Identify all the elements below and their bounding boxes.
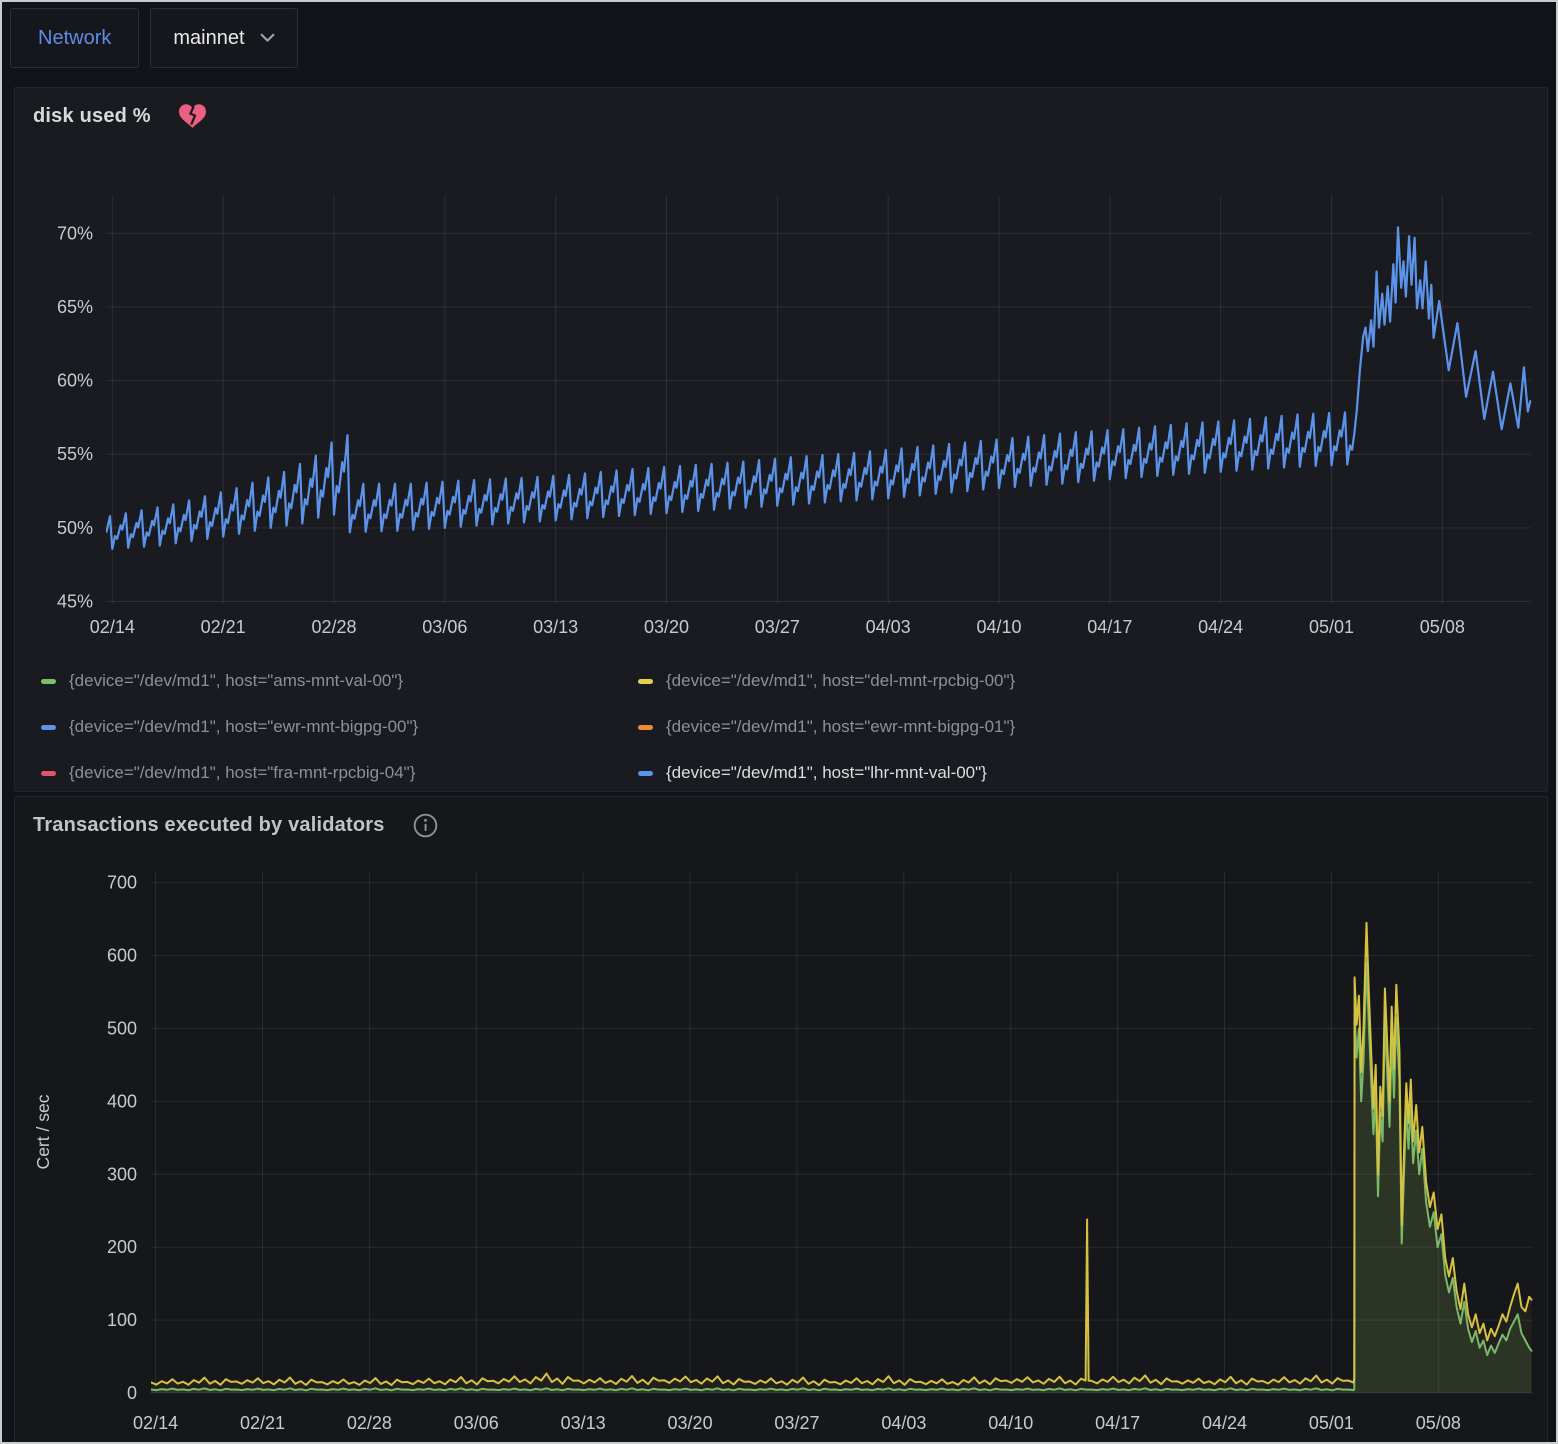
y-tick-label: 600 bbox=[107, 946, 137, 966]
legend-item[interactable]: {device="/dev/md1", host="fra-mnt-rpcbig… bbox=[41, 750, 638, 796]
x-tick-label: 03/27 bbox=[774, 1413, 819, 1433]
dashboard-variables-bar: Network mainnet bbox=[10, 8, 298, 68]
x-tick-label: 02/14 bbox=[133, 1413, 178, 1433]
panel-title[interactable]: Transactions executed by validators bbox=[33, 814, 385, 837]
x-tick-label: 05/08 bbox=[1420, 617, 1465, 637]
legend-item[interactable]: {device="/dev/md1", host="ams-mnt-val-00… bbox=[41, 658, 638, 704]
x-tick-label: 03/27 bbox=[755, 617, 800, 637]
legend-label: {device="/dev/md1", host="ewr-mnt-bigpg-… bbox=[69, 717, 418, 737]
x-tick-label: 02/14 bbox=[90, 617, 135, 637]
x-tick-label: 02/28 bbox=[347, 1413, 392, 1433]
y-tick-label: 100 bbox=[107, 1310, 137, 1330]
x-tick-label: 04/03 bbox=[866, 617, 911, 637]
legend-color-chip bbox=[638, 771, 653, 776]
legend-item[interactable]: {device="/dev/md1", host="lhr-mnt-val-00… bbox=[638, 750, 1015, 796]
y-tick-label: 60% bbox=[57, 371, 93, 391]
series-fill bbox=[151, 923, 1532, 1393]
transactions-chart[interactable]: 0 100 200 300 400 500 600 700 02/14 02/21 02/28 03/… bbox=[15, 797, 1547, 1443]
network-variable-dropdown[interactable]: mainnet bbox=[150, 8, 297, 68]
legend-label: {device="/dev/md1", host="ewr-mnt-bigpg-… bbox=[666, 717, 1015, 737]
x-tick-label: 03/06 bbox=[422, 617, 467, 637]
x-tick-label: 03/13 bbox=[533, 617, 578, 637]
x-tick-label: 04/10 bbox=[976, 617, 1021, 637]
panel-disk-used: disk used % 45% 50% 55% 60% 65% 70% 02/14 02/21… bbox=[14, 87, 1548, 792]
y-tick-label: 500 bbox=[107, 1018, 137, 1038]
y-tick-label: 200 bbox=[107, 1237, 137, 1257]
y-tick-label: 400 bbox=[107, 1091, 137, 1111]
x-tick-label: 04/24 bbox=[1198, 617, 1243, 637]
legend-label: {device="/dev/md1", host="lhr-mnt-val-00… bbox=[666, 763, 987, 783]
x-tick-label: 02/21 bbox=[240, 1413, 285, 1433]
panel-title[interactable]: disk used % bbox=[33, 105, 151, 128]
info-icon[interactable] bbox=[413, 813, 438, 838]
y-tick-label: 45% bbox=[57, 592, 93, 612]
x-tick-label: 02/21 bbox=[201, 617, 246, 637]
y-tick-label: 55% bbox=[57, 444, 93, 464]
variable-label-network: Network bbox=[10, 8, 139, 68]
panel-transactions: Transactions executed by validators 0 100… bbox=[14, 796, 1548, 1444]
y-tick-label: 50% bbox=[57, 518, 93, 538]
y-tick-label: 65% bbox=[57, 297, 93, 317]
legend-label: {device="/dev/md1", host="fra-mnt-rpcbig… bbox=[69, 763, 415, 783]
x-tick-label: 04/03 bbox=[881, 1413, 926, 1433]
legend-color-chip bbox=[638, 679, 653, 684]
grafana-dashboard: Network mainnet disk used % 45% 50% 55% 60%… bbox=[0, 0, 1558, 1444]
legend-item[interactable]: {device="/dev/md1", host="ewr-mnt-bigpg-… bbox=[41, 704, 638, 750]
x-tick-label: 04/17 bbox=[1087, 617, 1132, 637]
legend-label: {device="/dev/md1", host="ams-mnt-val-00… bbox=[69, 671, 403, 691]
legend-color-chip bbox=[41, 771, 56, 776]
series-line bbox=[151, 963, 1532, 1390]
panel-header: Transactions executed by validators bbox=[33, 807, 438, 843]
y-tick-label: 70% bbox=[57, 223, 93, 243]
x-tick-label: 04/10 bbox=[988, 1413, 1033, 1433]
disk-used-chart[interactable]: 45% 50% 55% 60% 65% 70% 02/14 02/21 02/28 03/06 03… bbox=[15, 88, 1547, 653]
legend-label: {device="/dev/md1", host="del-mnt-rpcbig… bbox=[666, 671, 1015, 691]
series-fill bbox=[151, 963, 1532, 1393]
x-tick-label: 03/06 bbox=[454, 1413, 499, 1433]
series-line bbox=[151, 923, 1532, 1385]
series-line bbox=[97, 227, 1531, 550]
x-tick-label: 02/28 bbox=[311, 617, 356, 637]
x-tick-label: 04/24 bbox=[1202, 1413, 1247, 1433]
chevron-down-icon bbox=[260, 33, 275, 43]
x-tick-label: 05/01 bbox=[1309, 1413, 1354, 1433]
x-tick-label: 05/08 bbox=[1416, 1413, 1461, 1433]
legend-item[interactable]: {device="/dev/md1", host="del-mnt-rpcbig… bbox=[638, 658, 1015, 704]
legend-color-chip bbox=[41, 679, 56, 684]
x-tick-label: 03/20 bbox=[644, 617, 689, 637]
x-tick-label: 03/20 bbox=[668, 1413, 713, 1433]
y-axis-title: Cert / sec bbox=[33, 1094, 53, 1169]
variable-value-text: mainnet bbox=[173, 27, 244, 50]
legend-color-chip bbox=[638, 725, 653, 730]
disk-used-legend: {device="/dev/md1", host="ams-mnt-val-00… bbox=[41, 658, 1015, 796]
variable-label-text: Network bbox=[38, 27, 111, 50]
legend-color-chip bbox=[41, 725, 56, 730]
y-tick-label: 700 bbox=[107, 873, 137, 893]
panel-header: disk used % bbox=[33, 98, 206, 134]
x-tick-label: 03/13 bbox=[561, 1413, 606, 1433]
broken-heart-alert-icon[interactable] bbox=[179, 104, 206, 129]
y-tick-label: 0 bbox=[127, 1383, 137, 1403]
legend-item[interactable]: {device="/dev/md1", host="ewr-mnt-bigpg-… bbox=[638, 704, 1015, 750]
y-tick-label: 300 bbox=[107, 1164, 137, 1184]
x-tick-label: 04/17 bbox=[1095, 1413, 1140, 1433]
x-tick-label: 05/01 bbox=[1309, 617, 1354, 637]
